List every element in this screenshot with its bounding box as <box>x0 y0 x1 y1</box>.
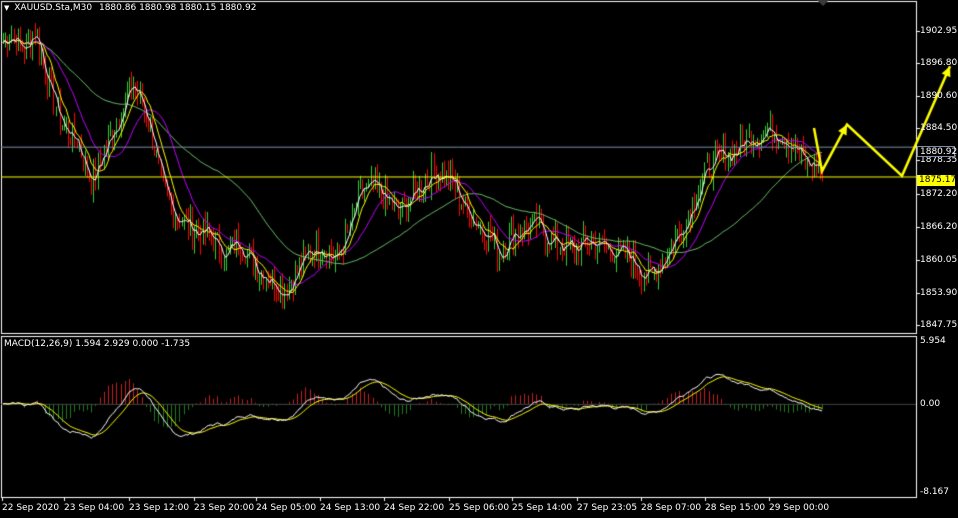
time-tick: 25 Sep 06:00 <box>449 503 510 513</box>
time-tick: 23 Sep 20:00 <box>194 503 255 513</box>
dropdown-arrow-icon[interactable]: ▼ <box>4 4 9 12</box>
price-tick: 1872.20 <box>920 189 958 199</box>
price-chart-canvas[interactable] <box>0 0 958 518</box>
price-tick: 1847.75 <box>920 320 958 330</box>
time-tick: 23 Sep 04:00 <box>64 503 125 513</box>
time-tick: 23 Sep 12:00 <box>129 503 190 513</box>
ohlc-values: 1880.86 1880.98 1880.15 1880.92 <box>98 3 257 13</box>
level-price-label: 1875.17 <box>917 175 957 186</box>
time-tick: 24 Sep 13:00 <box>320 503 381 513</box>
macd-tick: -8.167 <box>920 487 950 497</box>
time-tick: 25 Sep 14:00 <box>512 503 573 513</box>
macd-tick: 5.954 <box>920 336 946 346</box>
time-tick: 22 Sep 2020 <box>2 503 60 513</box>
time-tick: 28 Sep 15:00 <box>705 503 766 513</box>
time-tick: 29 Sep 00:00 <box>769 503 830 513</box>
price-tick: 1884.50 <box>920 123 958 133</box>
time-tick: 27 Sep 23:05 <box>577 503 638 513</box>
time-tick: 24 Sep 05:00 <box>256 503 317 513</box>
macd-tick: 0.00 <box>920 399 941 409</box>
macd-header: MACD(12,26,9) 1.594 2.929 0.000 -1.735 <box>4 339 191 349</box>
price-tick: 1853.90 <box>920 288 958 298</box>
price-tick: 1896.80 <box>920 58 958 68</box>
time-tick: 28 Sep 07:00 <box>641 503 702 513</box>
time-tick: 24 Sep 22:00 <box>384 503 445 513</box>
symbol-header: ▼ XAUUSD.Sta,M30 1880.86 1880.98 1880.15… <box>4 3 256 13</box>
current-price-label: 1880.92 <box>917 146 957 157</box>
price-tick: 1902.95 <box>920 26 958 36</box>
price-tick: 1866.20 <box>920 222 958 232</box>
symbol-name: XAUUSD.Sta,M30 <box>14 3 93 13</box>
price-tick: 1860.05 <box>920 255 958 265</box>
price-tick: 1890.60 <box>920 91 958 101</box>
